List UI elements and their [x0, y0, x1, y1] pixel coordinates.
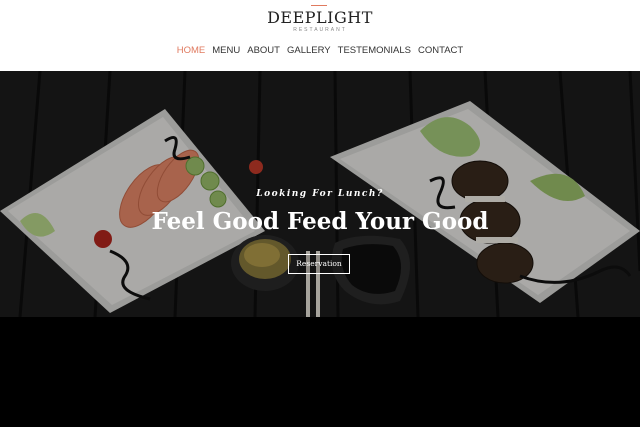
nav-item-about[interactable]: ABOUT: [247, 44, 280, 58]
hero-title: Feel Good Feed Your Good: [151, 208, 489, 235]
nav-item-menu[interactable]: MENU: [212, 44, 240, 58]
hero-tagline: Looking For Lunch?: [256, 189, 384, 199]
brand-subtitle: RESTAURANT: [293, 27, 347, 33]
logo-accent-line: [311, 5, 327, 6]
nav-item-contact[interactable]: CONTACT: [418, 44, 463, 58]
main-nav: HOME MENU ABOUT GALLERY TESTEMONIALS CON…: [0, 44, 640, 58]
brand-logo[interactable]: DEEPLIGHT: [0, 9, 640, 27]
nav-item-testimonials[interactable]: TESTEMONIALS: [338, 44, 411, 58]
site-header: DEEPLIGHT RESTAURANT HOME MENU ABOUT GAL…: [0, 0, 640, 71]
reservation-button[interactable]: Reservation: [288, 254, 350, 274]
nav-item-home[interactable]: HOME: [177, 44, 206, 58]
nav-item-gallery[interactable]: GALLERY: [287, 44, 331, 58]
hero-section: Looking For Lunch? Feel Good Feed Your G…: [0, 71, 640, 317]
dark-section: [0, 317, 640, 427]
